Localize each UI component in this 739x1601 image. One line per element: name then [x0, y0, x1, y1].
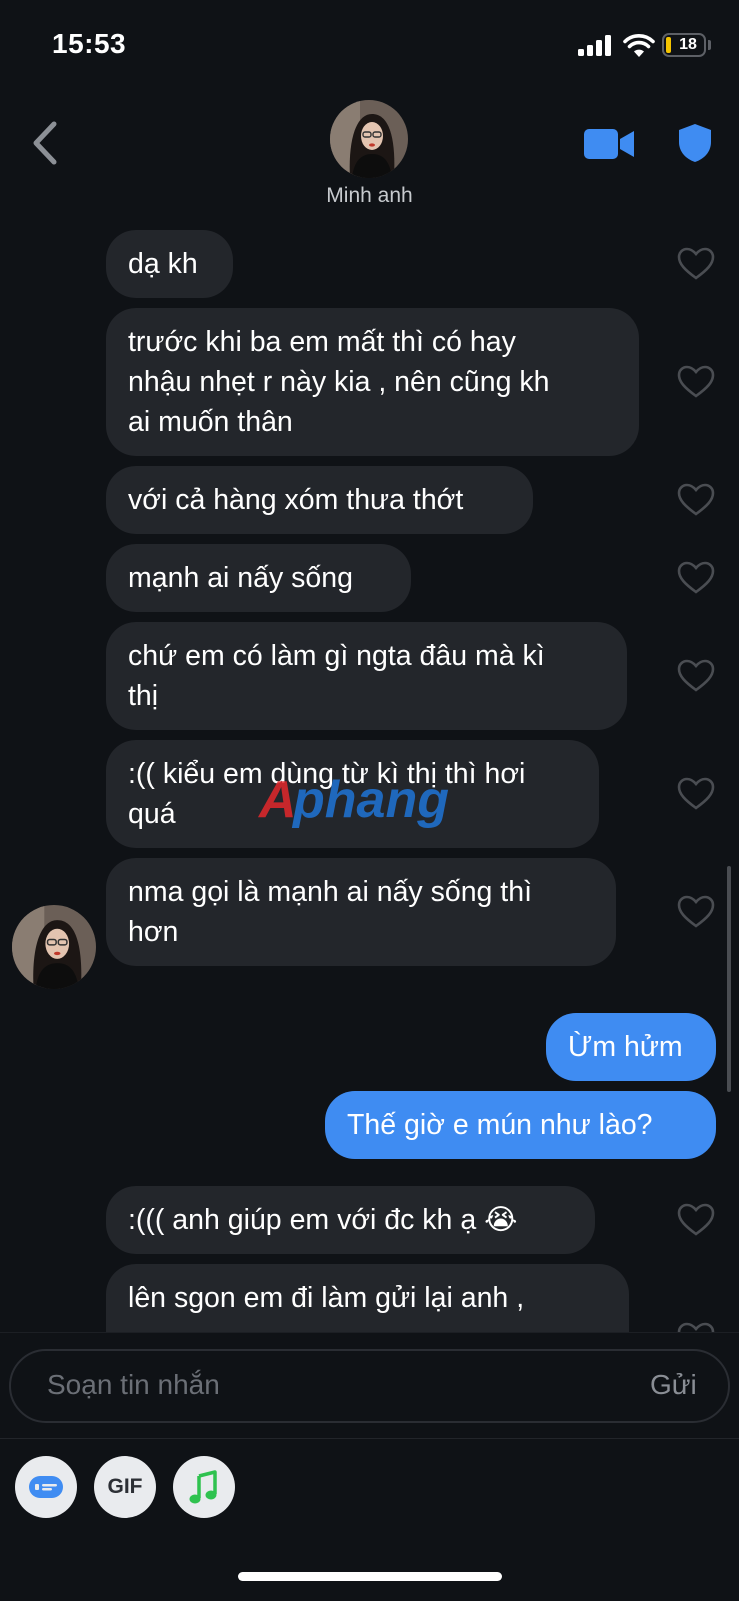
message-bubble-incoming[interactable]: :(( kiểu em dùng từ kì thị thì hơi quá: [106, 740, 599, 848]
heart-icon[interactable]: [677, 247, 715, 281]
composer-divider: [0, 1438, 739, 1439]
gif-button[interactable]: GIF: [94, 1456, 156, 1518]
contact-name[interactable]: Minh anh: [270, 184, 469, 208]
music-button[interactable]: [173, 1456, 235, 1518]
video-call-icon[interactable]: [582, 126, 636, 162]
message-input-placeholder[interactable]: Soạn tin nhắn: [47, 1369, 220, 1401]
sticker-button[interactable]: [15, 1456, 77, 1518]
contact-avatar-image: [330, 100, 408, 178]
battery-level: 18: [679, 36, 697, 53]
heart-icon[interactable]: [677, 483, 715, 517]
home-indicator[interactable]: [238, 1572, 502, 1581]
status-time: 15:53: [52, 28, 127, 59]
heart-icon[interactable]: [677, 561, 715, 595]
heart-icon[interactable]: [677, 777, 715, 811]
back-chevron-icon[interactable]: [30, 120, 62, 166]
message-bubble-incoming[interactable]: mạnh ai nấy sống: [106, 544, 411, 612]
cellular-signal-icon: [578, 34, 616, 56]
gif-label: GIF: [107, 1475, 143, 1498]
message-sender-avatar[interactable]: [12, 905, 96, 989]
heart-icon[interactable]: [677, 895, 715, 929]
heart-icon[interactable]: [677, 659, 715, 693]
wifi-icon: [623, 34, 655, 57]
message-list[interactable]: dạ kh trước khi ba em mất thì có hay nhậ…: [0, 230, 739, 1332]
contact-avatar[interactable]: [330, 100, 408, 178]
message-bubble-incoming[interactable]: :((( anh giúp em với đc kh ạ 😭: [106, 1186, 595, 1254]
message-bubble-incoming[interactable]: nma gọi là mạnh ai nấy sống thì hơn: [106, 858, 616, 966]
message-scrollbar[interactable]: [727, 866, 731, 1092]
heart-icon[interactable]: [677, 365, 715, 399]
message-bubble-outgoing[interactable]: Ừm hửm: [546, 1013, 716, 1081]
message-bubble-incoming[interactable]: lên sgon em đi làm gửi lại anh ,: [106, 1264, 629, 1332]
send-button[interactable]: Gửi: [650, 1369, 697, 1401]
battery-tip: [708, 40, 711, 50]
battery-icon: 18: [662, 33, 706, 57]
heart-icon[interactable]: [677, 1322, 715, 1332]
sticker-card-icon: [29, 1476, 63, 1498]
message-bubble-incoming[interactable]: với cả hàng xóm thưa thớt: [106, 466, 533, 534]
message-bubble-incoming[interactable]: chứ em có làm gì ngta đâu mà kì thị: [106, 622, 627, 730]
music-note-icon: [189, 1470, 217, 1504]
message-bubble-outgoing[interactable]: Thế giờ e mún như lào?: [325, 1091, 716, 1159]
message-bubble-incoming[interactable]: dạ kh: [106, 230, 233, 298]
heart-icon[interactable]: [677, 1203, 715, 1237]
sender-avatar-image: [12, 905, 96, 989]
safety-shield-icon[interactable]: [677, 122, 713, 164]
message-bubble-incoming[interactable]: trước khi ba em mất thì có hay nhậu nhẹt…: [106, 308, 639, 456]
